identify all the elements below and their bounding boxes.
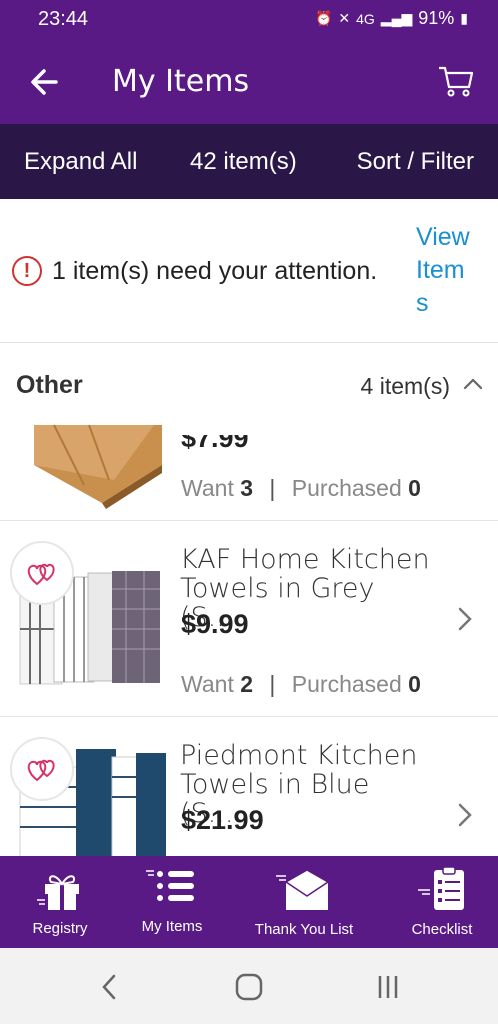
list-icon [146,870,194,901]
app-bar: My Items [0,40,498,124]
sort-filter-button[interactable]: Sort / Filter [357,148,474,176]
battery-icon: ▮ [460,10,468,26]
page-title: My Items [112,64,250,99]
chevron-right-icon[interactable] [456,605,474,633]
envelope-icon [276,869,330,910]
arrow-left-icon [31,69,58,95]
network-label: 4G [356,10,375,27]
action-bar: Expand All 42 item(s) Sort / Filter [0,124,498,199]
back-nav-icon[interactable] [90,970,130,1004]
tab-label: My Items [141,918,203,935]
hearts-icon [27,759,55,782]
item-quantities: Want 3 | Purchased 0 [181,475,421,501]
item-price: $21.99 [181,805,264,835]
chevron-up-icon[interactable] [462,373,484,395]
tab-thank-you-list[interactable]: Thank You List [244,856,364,948]
section-count: 4 item(s) [360,373,450,399]
item-list: $7.99 Want 3 | Purchased 0 KAF Home Kitc… [0,421,498,856]
tab-checklist[interactable]: Checklist [392,856,492,948]
favorite-button[interactable] [10,541,74,605]
item-quantities: Want 2 | Purchased 0 [181,671,421,697]
list-item[interactable]: KAF Home Kitchen Towels in Grey (S... $9… [0,521,498,717]
section-title: Other [16,371,83,399]
expand-all-button[interactable]: Expand All [24,148,137,176]
view-items-link[interactable]: View Items [416,221,476,320]
alarm-icon: ⏰ [314,10,333,26]
gift-icon [37,875,79,910]
status-bar: 23:44 ⏰ ✕ 4G ▂▄▆ 91% ▮ [0,0,498,40]
bottom-nav: Registry My Items Thank You List Checkli… [0,856,498,948]
cutting-board-image [34,424,162,509]
item-price: $7.99 [181,423,249,453]
alert-text: 1 item(s) need your attention. [52,257,378,285]
battery-level: 91% [418,8,455,28]
item-count: 42 item(s) [190,148,297,175]
mute-icon: ✕ [338,10,351,26]
signal-icon: ▂▄▆ [380,10,413,26]
attention-alert: ! 1 item(s) need your attention. View It… [0,199,498,343]
cart-icon [439,66,474,97]
cart-button[interactable] [436,60,476,100]
tab-label: Thank You List [254,921,354,938]
item-price: $9.99 [181,609,249,639]
favorite-button[interactable] [10,737,74,801]
clipboard-icon [418,866,464,910]
tab-label: Checklist [411,921,473,938]
alert-icon: ! [12,256,42,286]
section-header[interactable]: Other 4 item(s) [0,343,498,421]
status-icons: ⏰ ✕ 4G ▂▄▆ 91% ▮ [315,8,468,29]
tab-my-items[interactable]: My Items [122,856,222,948]
recents-nav-icon[interactable] [368,970,408,1004]
home-nav-icon[interactable] [229,970,269,1004]
back-button[interactable] [26,62,66,102]
list-item[interactable]: Piedmont Kitchen Towels in Blue (S... $2… [0,717,498,856]
status-time: 23:44 [38,8,89,30]
chevron-right-icon[interactable] [456,801,474,829]
list-item[interactable]: $7.99 Want 3 | Purchased 0 [0,421,498,521]
hearts-icon [27,563,55,586]
system-nav-bar [0,948,498,1024]
tab-registry[interactable]: Registry [10,856,110,948]
tab-label: Registry [32,920,88,937]
